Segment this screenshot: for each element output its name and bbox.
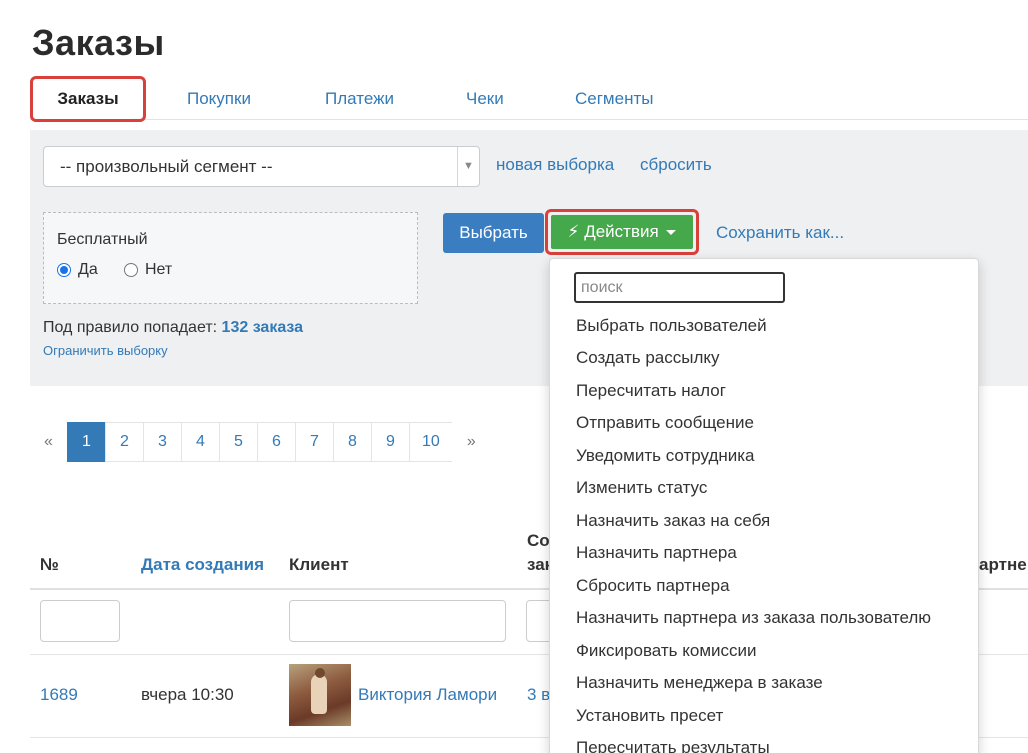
actions-search-input[interactable] bbox=[574, 272, 785, 303]
client-filter-input[interactable] bbox=[289, 600, 506, 642]
column-header-composition: Со bbox=[527, 531, 550, 550]
tabs-bar: Заказы Покупки Платежи Чеки Сегменты bbox=[30, 76, 1028, 122]
pagination-page[interactable]: 8 bbox=[333, 422, 372, 462]
radio-checked-icon bbox=[57, 263, 71, 277]
radio-no-label: Нет bbox=[145, 261, 173, 278]
rule-summary: Под правило попадает: 132 заказа bbox=[43, 319, 303, 337]
number-filter-input[interactable] bbox=[40, 600, 120, 642]
column-header-partner: артне bbox=[979, 555, 1027, 574]
menu-item-fix-commissions[interactable]: Фиксировать комиссии bbox=[576, 641, 757, 661]
limit-selection-link[interactable]: Ограничить выборку bbox=[43, 343, 168, 358]
menu-item-send-message[interactable]: Отправить сообщение bbox=[576, 413, 754, 433]
radio-yes[interactable]: Да bbox=[57, 261, 98, 279]
radio-no[interactable]: Нет bbox=[124, 261, 172, 279]
pagination-page[interactable]: 10 bbox=[409, 422, 453, 462]
composition-link[interactable]: 3 в bbox=[527, 685, 550, 705]
tab-receipts[interactable]: Чеки bbox=[466, 76, 504, 120]
avatar[interactable] bbox=[289, 664, 351, 726]
reset-link[interactable]: сбросить bbox=[640, 155, 712, 175]
pagination: « 1 2 3 4 5 6 7 8 9 10 » bbox=[29, 422, 491, 462]
menu-item-set-preset[interactable]: Установить пресет bbox=[576, 706, 723, 726]
choose-button[interactable]: Выбрать bbox=[443, 213, 544, 253]
pagination-page[interactable]: 5 bbox=[219, 422, 258, 462]
client-name-link[interactable]: Виктория Ламори bbox=[358, 685, 497, 705]
menu-item-recalc-tax[interactable]: Пересчитать налог bbox=[576, 381, 726, 401]
new-selection-link[interactable]: новая выборка bbox=[496, 155, 614, 175]
actions-button[interactable]: ⚡ Действия bbox=[551, 215, 693, 249]
tab-purchases[interactable]: Покупки bbox=[187, 76, 251, 120]
order-created: вчера 10:30 bbox=[141, 685, 234, 704]
save-as-link[interactable]: Сохранить как... bbox=[716, 223, 844, 243]
lightning-icon: ⚡ bbox=[567, 222, 580, 241]
menu-item-assign-to-me[interactable]: Назначить заказ на себя bbox=[576, 511, 770, 531]
menu-item-change-status[interactable]: Изменить статус bbox=[576, 478, 707, 498]
page-title: Заказы bbox=[32, 22, 165, 63]
pagination-next[interactable]: » bbox=[451, 422, 491, 462]
menu-item-reset-partner[interactable]: Сбросить партнера bbox=[576, 576, 730, 596]
chevron-down-icon: ▼ bbox=[457, 147, 479, 186]
condition-title: Бесплатный bbox=[57, 231, 148, 248]
pagination-page[interactable]: 1 bbox=[67, 422, 106, 462]
menu-item-partner-from-order[interactable]: Назначить партнера из заказа пользовател… bbox=[576, 608, 931, 628]
pagination-page[interactable]: 3 bbox=[143, 422, 182, 462]
menu-item-create-mailing[interactable]: Создать рассылку bbox=[576, 348, 720, 368]
rule-summary-prefix: Под правило попадает: bbox=[43, 319, 218, 336]
pagination-page[interactable]: 6 bbox=[257, 422, 296, 462]
tab-orders[interactable]: Заказы bbox=[30, 76, 146, 122]
pagination-page[interactable]: 4 bbox=[181, 422, 220, 462]
pagination-page[interactable]: 2 bbox=[105, 422, 144, 462]
menu-item-recalc-results[interactable]: Пересчитать результаты bbox=[576, 738, 770, 753]
menu-item-assign-manager[interactable]: Назначить менеджера в заказе bbox=[576, 673, 823, 693]
actions-button-highlight: ⚡ Действия bbox=[545, 209, 699, 255]
column-header-number: № bbox=[40, 555, 59, 574]
order-number-link[interactable]: 1689 bbox=[40, 685, 78, 705]
radio-yes-label: Да bbox=[78, 261, 98, 278]
column-header-created[interactable]: Дата создания bbox=[141, 555, 264, 575]
actions-button-label: Действия bbox=[584, 222, 659, 241]
pagination-page[interactable]: 7 bbox=[295, 422, 334, 462]
caret-down-icon bbox=[666, 230, 677, 236]
tab-segments[interactable]: Сегменты bbox=[575, 76, 653, 120]
menu-item-assign-partner[interactable]: Назначить партнера bbox=[576, 543, 737, 563]
menu-item-select-users[interactable]: Выбрать пользователей bbox=[576, 316, 767, 336]
segment-select[interactable]: -- произвольный сегмент -- ▼ bbox=[43, 146, 480, 187]
tab-payments[interactable]: Платежи bbox=[325, 76, 394, 120]
rule-count-link[interactable]: 132 заказа bbox=[222, 319, 304, 336]
pagination-prev[interactable]: « bbox=[29, 422, 68, 462]
radio-unchecked-icon bbox=[124, 263, 138, 277]
menu-item-notify-employee[interactable]: Уведомить сотрудника bbox=[576, 446, 755, 466]
column-header-client: Клиент bbox=[289, 555, 349, 574]
pagination-page[interactable]: 9 bbox=[371, 422, 410, 462]
segment-select-value: -- произвольный сегмент -- bbox=[60, 157, 273, 176]
condition-box: Бесплатный Да Нет bbox=[43, 212, 418, 304]
actions-dropdown: Выбрать пользователей Создать рассылку П… bbox=[549, 258, 979, 753]
